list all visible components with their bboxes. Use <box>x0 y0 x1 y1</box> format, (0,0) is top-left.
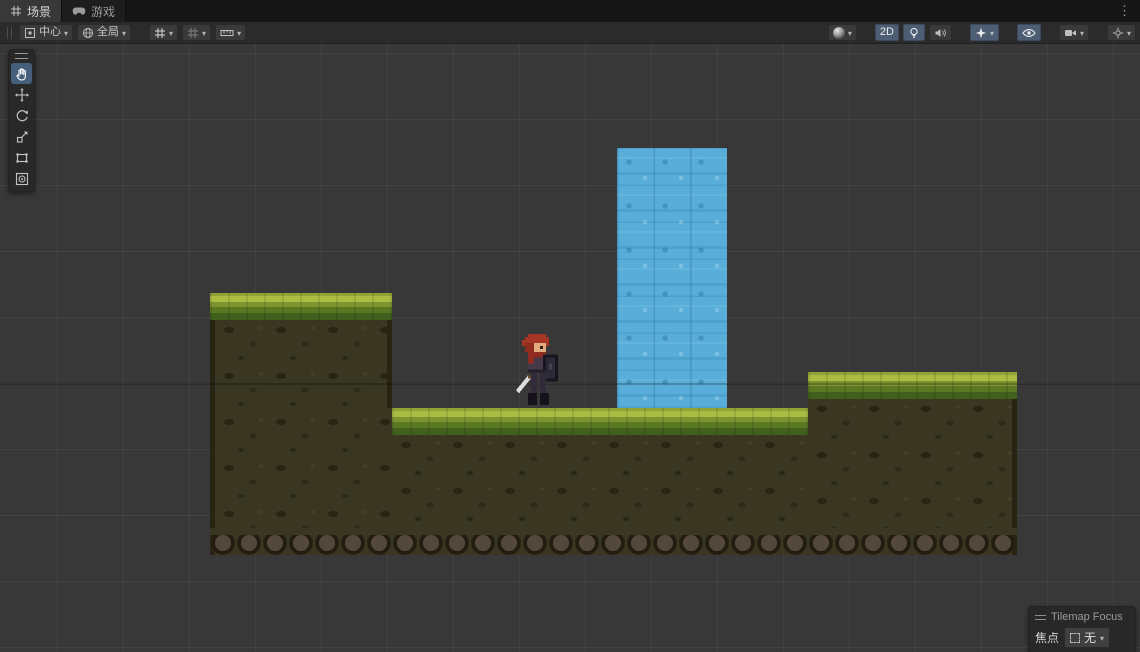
pivot-dropdown[interactable]: 中心 ▾ <box>19 24 74 41</box>
platform-left-dirt[interactable] <box>210 320 392 555</box>
chevron-down-icon: ▾ <box>169 28 174 38</box>
orientation-label: 全局 <box>97 26 120 38</box>
chevron-down-icon: ▾ <box>1100 633 1105 643</box>
scene-toolbar: 中心 ▾ 全局 ▾ ▾ ▾ ▾ ▾ 2D ▾ ▾ ▾ <box>0 22 1140 44</box>
tab-scene[interactable]: 场景 <box>0 0 63 22</box>
chevron-down-icon: ▾ <box>237 28 242 38</box>
overlay-handle-icon[interactable] <box>1035 614 1046 620</box>
tab-game[interactable]: 游戏 <box>62 0 127 22</box>
orientation-dropdown[interactable]: 全局 ▾ <box>77 24 132 41</box>
more-icon: ⋮ <box>1118 3 1131 18</box>
tools-overlay-palette <box>8 49 35 192</box>
scene-audio-toggle[interactable] <box>928 24 952 41</box>
tilemap-focus-row: 焦点 无 ▾ <box>1035 627 1129 648</box>
focus-label: 焦点 <box>1035 631 1060 645</box>
scale-icon <box>14 129 30 145</box>
scene-visibility-toggle[interactable] <box>1016 24 1041 41</box>
tool-scale[interactable] <box>11 126 32 147</box>
effects-dropdown[interactable]: ▾ <box>969 24 999 41</box>
tool-transform[interactable] <box>11 168 32 189</box>
shading-mode-dropdown[interactable]: ▾ <box>827 24 857 41</box>
grid-axis-line <box>0 383 1140 385</box>
view-tabbar: 场景 游戏 ⋮ <box>0 0 1140 22</box>
camera-settings-dropdown[interactable]: ▾ <box>1058 24 1089 41</box>
grid-snap-icon <box>187 27 199 39</box>
mode-2d-label: 2D <box>879 26 894 38</box>
focus-dropdown[interactable]: 无 ▾ <box>1064 627 1111 648</box>
grid-icon <box>154 27 166 39</box>
chevron-down-icon: ▾ <box>122 28 127 38</box>
rotate-icon <box>14 108 30 124</box>
grid-visual-dropdown[interactable]: ▾ <box>149 24 179 41</box>
shaded-sphere-icon <box>832 26 845 39</box>
chevron-down-icon: ▾ <box>1126 28 1131 38</box>
tilemap-focus-header: Tilemap Focus <box>1035 611 1129 623</box>
pivot-icon <box>24 27 36 39</box>
player-character-sprite[interactable] <box>516 334 558 408</box>
lightbulb-icon <box>908 27 920 39</box>
grid-snap-dropdown[interactable]: ▾ <box>182 24 212 41</box>
transform-tool-icon <box>14 171 30 187</box>
tool-rect[interactable] <box>11 147 32 168</box>
unity-editor-window: 场景 游戏 ⋮ 中心 ▾ 全局 ▾ ▾ ▾ ▾ ▾ 2D ▾ ▾ ▾ Tilem… <box>0 0 1140 652</box>
tab-game-label: 游戏 <box>91 4 116 19</box>
overlay-handle-icon[interactable] <box>15 53 28 59</box>
platform-left-grass[interactable] <box>210 293 392 320</box>
toolbar-right-group: ▾ 2D ▾ ▾ ▾ <box>827 24 1136 41</box>
focus-value: 无 <box>1084 631 1097 645</box>
speaker-icon <box>934 27 947 39</box>
scene-viewport[interactable]: Tilemap Focus 焦点 无 ▾ <box>0 44 1140 652</box>
rect-tool-icon <box>14 150 30 166</box>
move-icon <box>14 87 30 103</box>
tilemap-focus-title: Tilemap Focus <box>1051 611 1123 623</box>
pivot-label: 中心 <box>39 26 61 38</box>
globe-icon <box>82 27 94 39</box>
hand-icon <box>14 66 30 82</box>
scene-lighting-toggle[interactable] <box>902 24 925 41</box>
terrain-bottom-stones[interactable] <box>210 528 1017 557</box>
chevron-down-icon: ▾ <box>847 28 852 38</box>
tab-scene-label: 场景 <box>27 4 52 19</box>
tool-rotate[interactable] <box>11 105 32 126</box>
dashed-rect-icon <box>1070 632 1081 643</box>
chevron-down-icon: ▾ <box>989 28 994 38</box>
tool-view-hand[interactable] <box>11 63 32 84</box>
tilemap-focus-overlay: Tilemap Focus 焦点 无 ▾ <box>1028 606 1136 652</box>
waterfall-tilemap[interactable] <box>617 148 727 408</box>
tabbar-more-menu[interactable]: ⋮ <box>1109 0 1140 22</box>
ruler-icon <box>220 27 234 39</box>
sparkle-icon <box>975 27 987 39</box>
tool-move[interactable] <box>11 84 32 105</box>
scene-grid-icon <box>10 5 22 17</box>
chevron-down-icon: ▾ <box>202 28 207 38</box>
platform-step-edge <box>387 320 392 408</box>
platform-right-grass[interactable] <box>808 372 1017 399</box>
camera-icon <box>1064 27 1077 39</box>
gamepad-icon <box>72 6 86 16</box>
eye-icon <box>1022 27 1036 39</box>
chevron-down-icon: ▾ <box>64 28 69 38</box>
ground-middle-grass[interactable] <box>392 408 810 435</box>
chevron-down-icon: ▾ <box>1079 28 1084 38</box>
gizmos-dropdown[interactable]: ▾ <box>1106 24 1136 41</box>
gizmo-icon <box>1112 27 1124 39</box>
snap-increment-dropdown[interactable]: ▾ <box>215 24 247 41</box>
toolbar-grip-icon[interactable] <box>7 26 12 39</box>
mode-2d-toggle[interactable]: 2D <box>874 24 899 41</box>
